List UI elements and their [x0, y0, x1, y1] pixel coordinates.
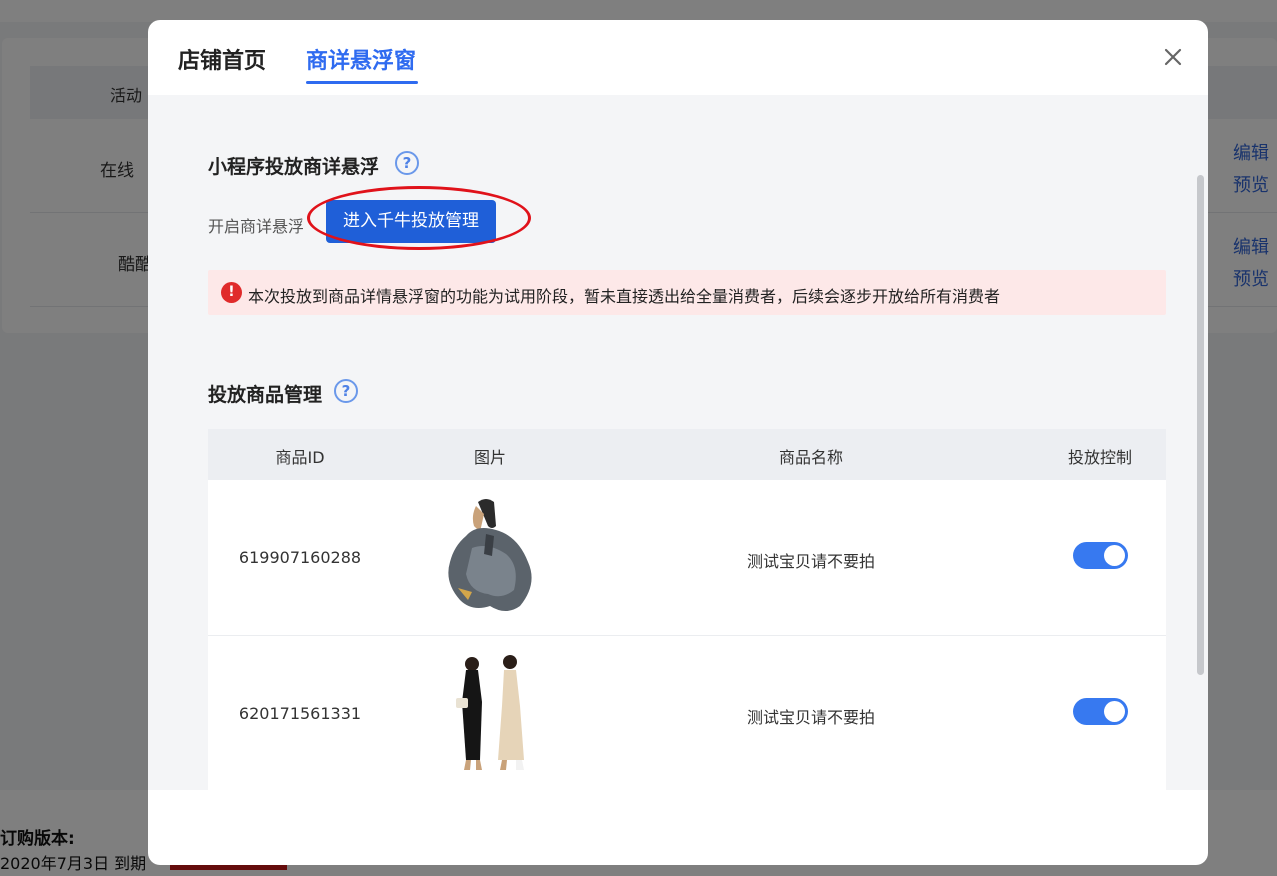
section-title-product-management: 投放商品管理 — [208, 384, 323, 406]
product-thumbnail — [436, 496, 546, 618]
table-header: 商品ID 图片 商品名称 投放控制 — [208, 429, 1166, 480]
tab-store-home[interactable]: 店铺首页 — [178, 43, 266, 75]
section-title-miniprogram-float: 小程序投放商详悬浮 — [208, 156, 380, 178]
modal-content: 小程序投放商详悬浮 ? 开启商详悬浮 进入千牛投放管理 ! 本次投放到商品详情悬… — [148, 95, 1208, 790]
product-thumbnail — [436, 652, 546, 774]
product-name: 测试宝贝请不要拍 — [746, 708, 876, 727]
help-icon[interactable]: ? — [395, 151, 419, 175]
trial-notice-alert: ! 本次投放到商品详情悬浮窗的功能为试用阶段，暂未直接透出给全量消费者，后续会逐… — [208, 270, 1166, 315]
column-header-delivery-control: 投放控制 — [1067, 448, 1133, 467]
table-row: 620171561331 测试宝贝请不要拍 — [208, 636, 1166, 790]
product-id: 619907160288 — [238, 548, 362, 567]
delivery-toggle[interactable] — [1073, 542, 1128, 569]
column-header-image: 图片 — [473, 448, 507, 467]
help-icon[interactable]: ? — [334, 379, 358, 403]
close-icon[interactable] — [1162, 46, 1184, 68]
enable-float-label: 开启商详悬浮 — [208, 217, 305, 236]
annotation-highlight-ellipse — [307, 186, 531, 250]
table-row: 619907160288 测试宝贝请不要拍 — [208, 480, 1166, 636]
product-table: 商品ID 图片 商品名称 投放控制 619907160288 测试宝贝请不要拍 … — [208, 429, 1166, 790]
active-tab-indicator — [306, 81, 418, 84]
column-header-product-id: 商品ID — [275, 448, 325, 467]
toggle-knob — [1104, 545, 1125, 566]
product-name: 测试宝贝请不要拍 — [746, 552, 876, 571]
delivery-toggle[interactable] — [1073, 698, 1128, 725]
vertical-scrollbar[interactable] — [1197, 175, 1204, 675]
tab-detail-float-window[interactable]: 商详悬浮窗 — [306, 43, 416, 75]
modal-dialog: 店铺首页 商详悬浮窗 小程序投放商详悬浮 ? 开启商详悬浮 进入千牛投放管理 !… — [148, 20, 1208, 865]
column-header-product-name: 商品名称 — [778, 448, 844, 467]
product-id: 620171561331 — [238, 704, 362, 723]
toggle-knob — [1104, 701, 1125, 722]
alert-message: 本次投放到商品详情悬浮窗的功能为试用阶段，暂未直接透出给全量消费者，后续会逐步开… — [248, 287, 1001, 306]
warning-icon: ! — [221, 282, 242, 303]
